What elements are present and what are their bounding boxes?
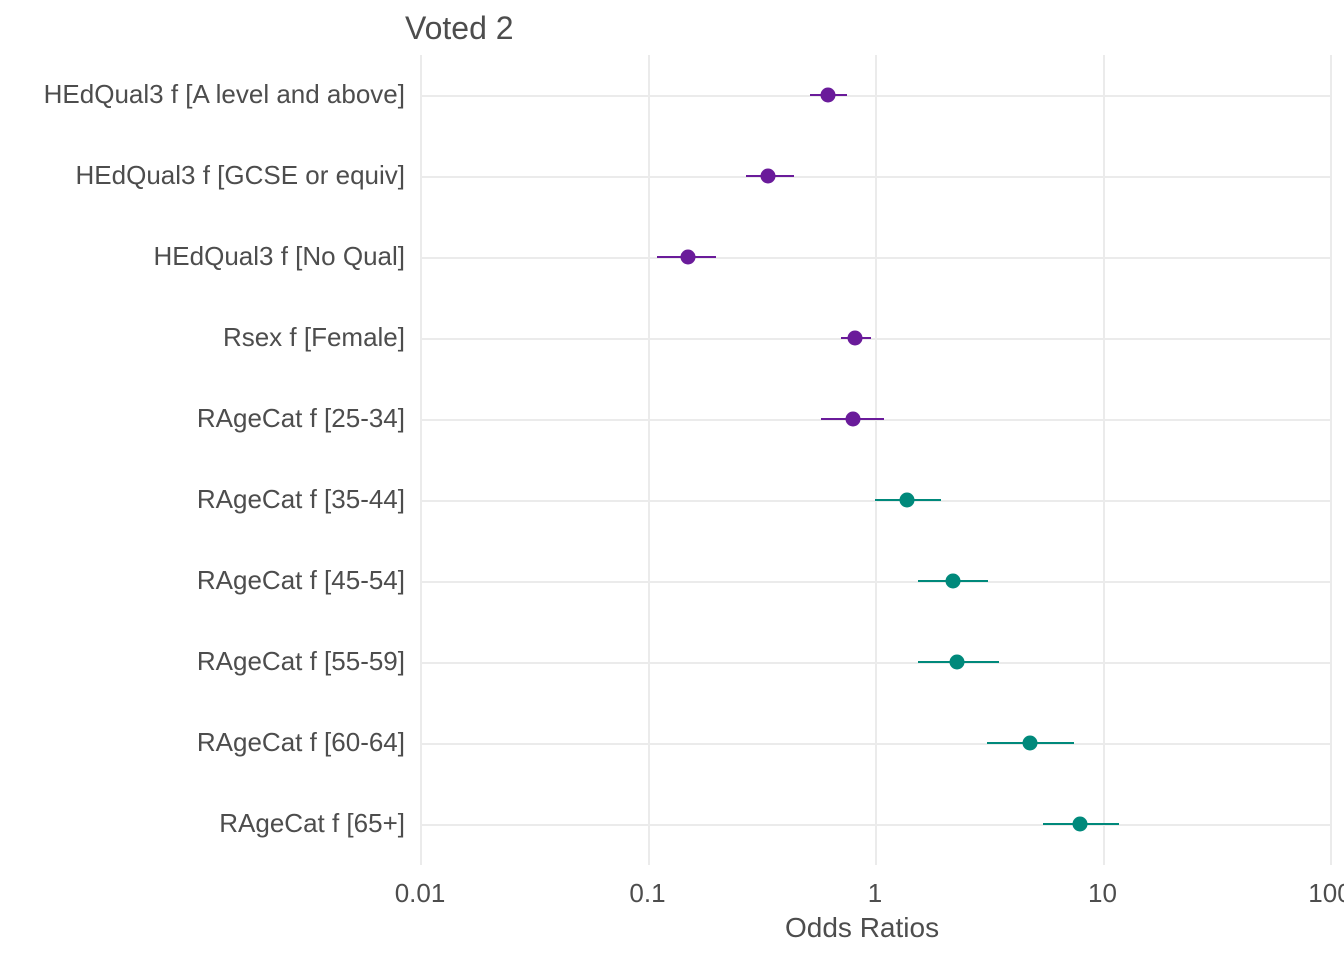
estimate-point xyxy=(899,493,914,508)
estimate-point xyxy=(1022,736,1037,751)
x-tick-label: 0.1 xyxy=(629,878,665,909)
x-tick-label: 10 xyxy=(1088,878,1117,909)
estimate-point xyxy=(950,655,965,670)
estimate-point xyxy=(820,88,835,103)
y-tick-label: Rsex f [Female] xyxy=(0,322,405,353)
y-tick-label: RAgeCat f [25-34] xyxy=(0,403,405,434)
estimate-point xyxy=(845,412,860,427)
grid-line-horizontal xyxy=(420,95,1330,97)
grid-line-horizontal xyxy=(420,257,1330,259)
y-tick-label: RAgeCat f [35-44] xyxy=(0,484,405,515)
grid-line-horizontal xyxy=(420,581,1330,583)
estimate-point xyxy=(680,250,695,265)
grid-line-horizontal xyxy=(420,662,1330,664)
x-tick-label: 0.01 xyxy=(395,878,446,909)
y-tick-label: RAgeCat f [45-54] xyxy=(0,565,405,596)
estimate-point xyxy=(848,331,863,346)
chart-title: Voted 2 xyxy=(405,10,514,47)
grid-line-horizontal xyxy=(420,176,1330,178)
estimate-point xyxy=(945,574,960,589)
grid-line-horizontal xyxy=(420,824,1330,826)
forest-plot: Voted 2 Odds Ratios 0.01 0.1 1 10 100 HEdQual… xyxy=(0,0,1344,960)
x-tick-label: 1 xyxy=(868,878,882,909)
grid-line-vertical xyxy=(1330,55,1332,865)
estimate-point xyxy=(1073,817,1088,832)
plot-panel xyxy=(420,55,1330,865)
grid-line-horizontal xyxy=(420,338,1330,340)
x-axis-title: Odds Ratios xyxy=(785,912,939,944)
y-tick-label: HEdQual3 f [No Qual] xyxy=(0,241,405,272)
estimate-point xyxy=(761,169,776,184)
x-tick-label: 100 xyxy=(1308,878,1344,909)
y-tick-label: HEdQual3 f [A level and above] xyxy=(0,79,405,110)
y-tick-label: RAgeCat f [60-64] xyxy=(0,727,405,758)
grid-line-horizontal xyxy=(420,743,1330,745)
y-tick-label: RAgeCat f [55-59] xyxy=(0,646,405,677)
y-tick-label: HEdQual3 f [GCSE or equiv] xyxy=(0,160,405,191)
y-tick-label: RAgeCat f [65+] xyxy=(0,808,405,839)
